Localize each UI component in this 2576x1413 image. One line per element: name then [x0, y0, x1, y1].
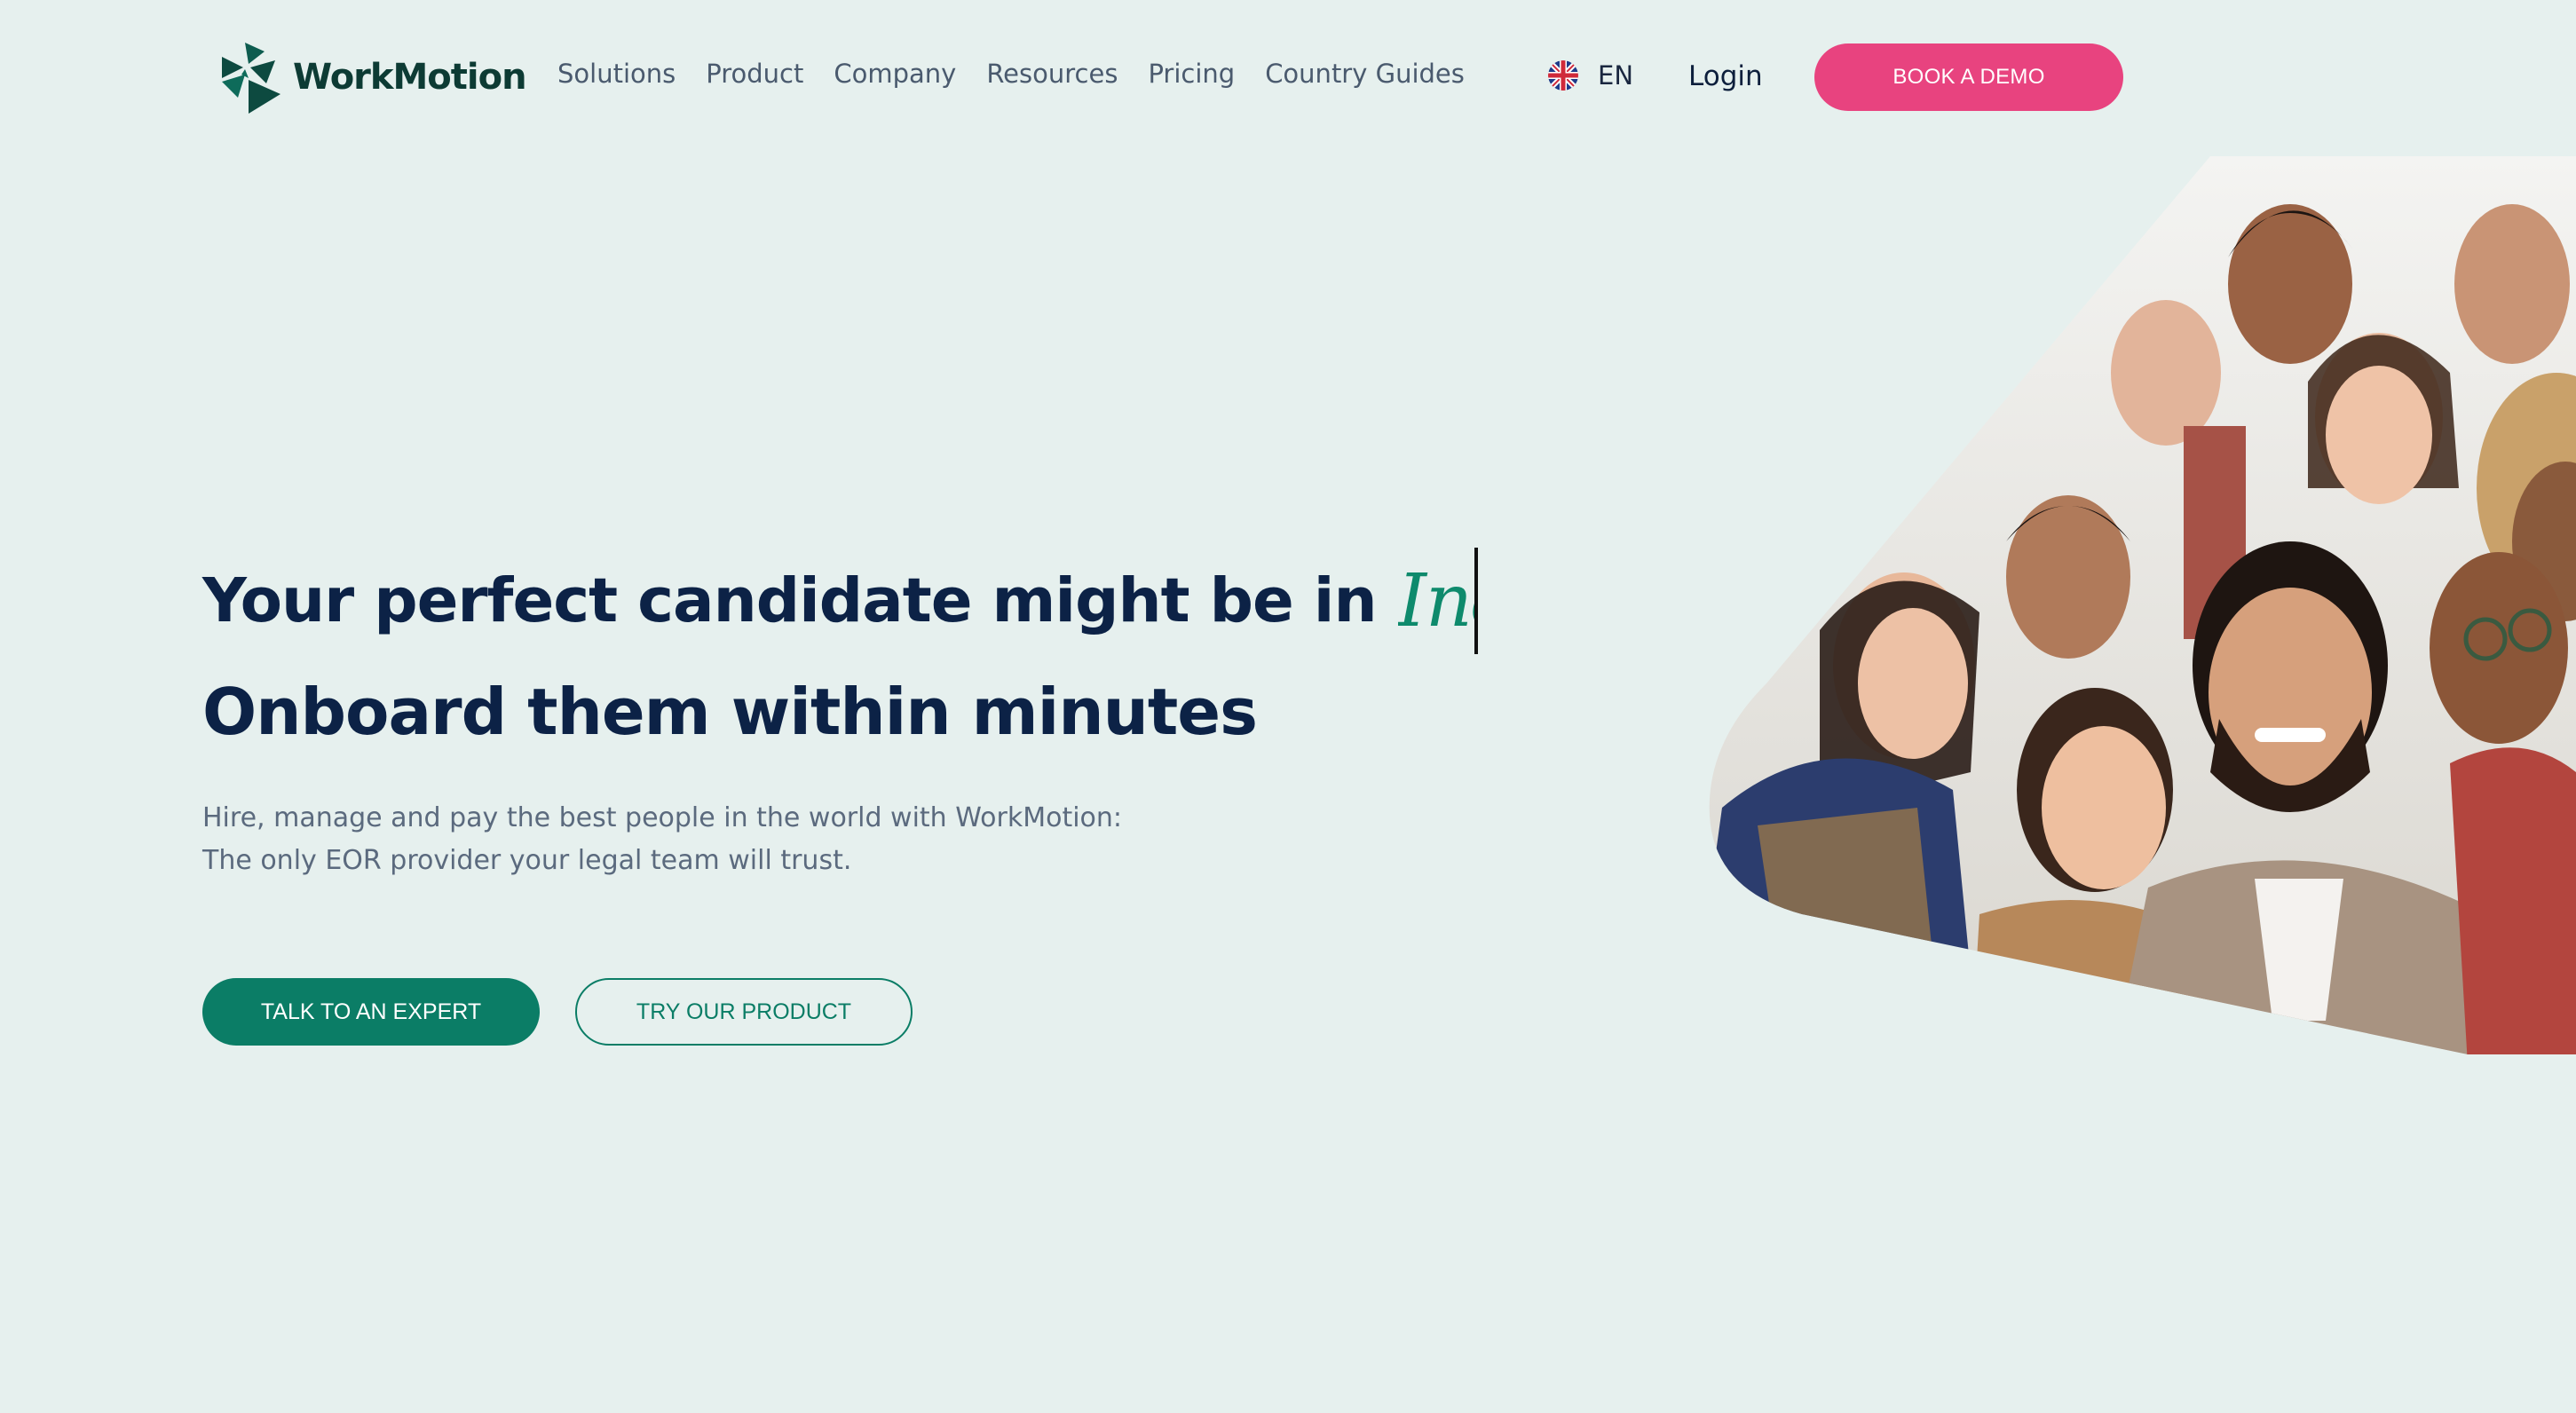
uk-flag-icon: [1548, 60, 1578, 91]
logo-text: WorkMotion: [293, 57, 527, 98]
try-product-button[interactable]: TRY OUR PRODUCT: [575, 978, 913, 1046]
typing-caret: [1474, 548, 1478, 654]
nav-country-guides[interactable]: Country Guides: [1265, 59, 1465, 89]
top-navigation: WorkMotion Solutions Product Company Res…: [0, 0, 2576, 156]
login-link[interactable]: Login: [1688, 60, 1763, 92]
nav-company[interactable]: Company: [834, 59, 956, 89]
nav-pricing[interactable]: Pricing: [1148, 59, 1235, 89]
typed-country: India: [1397, 558, 1474, 643]
workmotion-logo-icon: [222, 43, 281, 114]
language-code: EN: [1598, 60, 1634, 91]
talk-to-expert-button[interactable]: TALK TO AN EXPERT: [202, 978, 540, 1046]
nav-solutions[interactable]: Solutions: [557, 59, 676, 89]
page: WorkMotion Solutions Product Company Res…: [0, 0, 2576, 1413]
main-menu: Solutions Product Company Resources Pric…: [557, 59, 1465, 89]
logo-link[interactable]: WorkMotion: [213, 37, 527, 117]
hero-description: Hire, manage and pay the best people in …: [202, 802, 1123, 876]
nav-resources[interactable]: Resources: [986, 59, 1118, 89]
hero-group-photo: [1709, 156, 2576, 1054]
hero-subheadline: Onboard them within minutes: [202, 675, 1258, 749]
hero-headline-text: Your perfect candidate might be in: [202, 565, 1378, 636]
nav-product[interactable]: Product: [706, 59, 803, 89]
language-selector[interactable]: EN: [1548, 60, 1633, 91]
book-demo-button[interactable]: BOOK A DEMO: [1814, 43, 2123, 111]
hero-headline: Your perfect candidate might be in India: [202, 543, 1478, 659]
